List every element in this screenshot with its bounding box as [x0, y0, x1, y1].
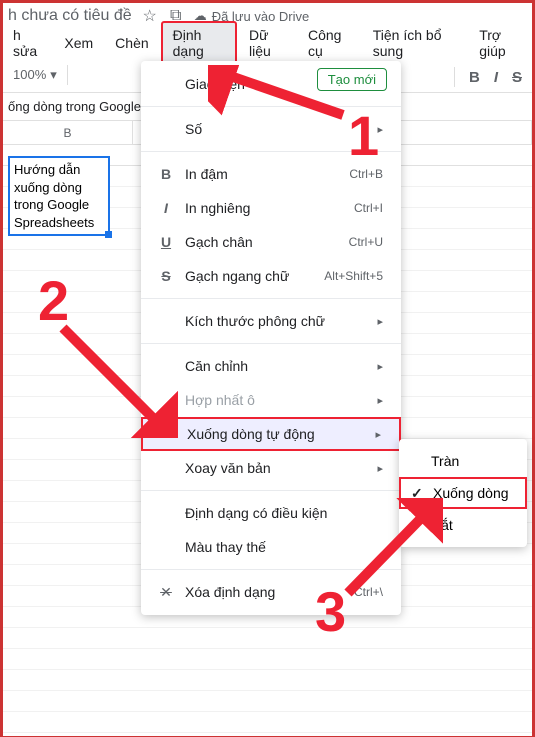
menu-label: Gạch chân	[177, 234, 349, 250]
menu-divider	[141, 343, 401, 344]
menu-label: Xuống dòng tự động	[179, 426, 375, 442]
menu-divider	[141, 298, 401, 299]
menu-label: Gạch ngang chữ	[177, 268, 324, 284]
menu-item-fontsize[interactable]: Kích thước phông chữ ▸	[141, 304, 401, 338]
menu-item-clear-format[interactable]: ✕ Xóa định dạng Ctrl+\	[141, 575, 401, 609]
strikethrough-icon: S	[155, 268, 177, 284]
menu-shortcut: Ctrl+U	[349, 235, 383, 249]
menu-item-merge[interactable]: Hợp nhất ô ▸	[141, 383, 401, 417]
chevron-down-icon: ▾	[50, 67, 57, 83]
menu-item-underline[interactable]: U Gạch chân Ctrl+U	[141, 225, 401, 259]
column-header-B[interactable]: B	[3, 121, 133, 144]
italic-button[interactable]: I	[494, 69, 498, 86]
submenu-label: Tràn	[425, 453, 515, 469]
submenu-item-wrap[interactable]: ✓ Xuống dòng	[399, 477, 527, 509]
chevron-right-icon: ▸	[377, 394, 383, 407]
submenu-label: Cắt	[425, 517, 515, 533]
menu-label: Màu thay thế	[177, 539, 383, 555]
menu-label: Kích thước phông chữ	[177, 313, 377, 329]
menu-item-text-wrapping[interactable]: Xuống dòng tự động ▸	[141, 417, 401, 451]
menu-item-rotation[interactable]: Xoay văn bản ▸	[141, 451, 401, 485]
toolbar-separator	[454, 67, 455, 87]
strikethrough-button[interactable]: S	[512, 69, 522, 86]
menu-shortcut: Ctrl+\	[354, 585, 383, 599]
menu-label: Giao diện	[177, 76, 383, 92]
menu-shortcut: Ctrl+B	[349, 167, 383, 181]
menu-item-theme[interactable]: Giao diện	[141, 67, 401, 101]
menu-label: Xóa định dạng	[177, 584, 354, 600]
active-cell-B2[interactable]: Hướng dẫn xuống dòng trong Google Spread…	[8, 156, 110, 236]
zoom-selector[interactable]: 100% ▾	[13, 67, 57, 83]
menu-divider	[141, 151, 401, 152]
menu-tools[interactable]: Công cụ	[298, 23, 361, 63]
formula-text: ống dòng trong Google	[8, 99, 141, 114]
menu-edit[interactable]: h sửa	[3, 23, 52, 63]
bold-icon: B	[155, 166, 177, 182]
menu-label: Hợp nhất ô	[177, 392, 377, 408]
fill-handle[interactable]	[105, 231, 112, 238]
chevron-right-icon: ▸	[377, 462, 383, 475]
menubar: h sửa Xem Chèn Định dạng Dữ liệu Công cụ…	[3, 29, 532, 57]
menu-shortcut: Ctrl+I	[354, 201, 383, 215]
menu-item-conditional[interactable]: Định dạng có điều kiện	[141, 496, 401, 530]
menu-addons[interactable]: Tiện ích bổ sung	[363, 23, 467, 63]
text-wrapping-submenu: Tràn ✓ Xuống dòng Cắt	[399, 439, 527, 547]
bold-button[interactable]: B	[469, 69, 480, 86]
chevron-right-icon: ▸	[377, 360, 383, 373]
menu-label: Xoay văn bản	[177, 460, 377, 476]
menu-format[interactable]: Định dạng	[161, 21, 237, 65]
menu-divider	[141, 569, 401, 570]
chevron-right-icon: ▸	[377, 315, 383, 328]
star-icon[interactable]: ☆	[142, 8, 158, 24]
submenu-item-clip[interactable]: Cắt	[399, 509, 527, 541]
menu-item-align[interactable]: Căn chỉnh ▸	[141, 349, 401, 383]
italic-icon: I	[155, 200, 177, 216]
cell-text: Hướng dẫn xuống dòng trong Google Spread…	[14, 162, 94, 230]
menu-data[interactable]: Dữ liệu	[239, 23, 296, 63]
menu-insert[interactable]: Chèn	[105, 31, 158, 55]
check-icon: ✓	[411, 485, 427, 502]
menu-label: In nghiêng	[177, 200, 354, 216]
menu-divider	[141, 106, 401, 107]
toolbar-separator	[67, 65, 68, 85]
menu-item-bold[interactable]: B In đậm Ctrl+B	[141, 157, 401, 191]
menu-label: Định dạng có điều kiện	[177, 505, 383, 521]
menu-item-italic[interactable]: I In nghiêng Ctrl+I	[141, 191, 401, 225]
chevron-right-icon: ▸	[377, 123, 383, 136]
underline-icon: U	[155, 234, 177, 250]
menu-label: In đậm	[177, 166, 349, 182]
menu-help[interactable]: Trợ giúp	[469, 23, 532, 63]
menu-divider	[141, 490, 401, 491]
format-menu-dropdown: Tạo mới Giao diện Số ▸ B In đậm Ctrl+B I…	[141, 61, 401, 615]
submenu-item-overflow[interactable]: Tràn	[399, 445, 527, 477]
text-format-group: B I S	[454, 67, 522, 87]
menu-view[interactable]: Xem	[54, 31, 103, 55]
chevron-right-icon: ▸	[375, 428, 381, 441]
menu-label: Số	[177, 121, 377, 137]
menu-label: Căn chỉnh	[177, 358, 377, 374]
zoom-value: 100%	[13, 67, 46, 82]
clear-format-icon: ✕	[155, 584, 177, 601]
menu-item-altcolor[interactable]: Màu thay thế	[141, 530, 401, 564]
menu-item-strikethrough[interactable]: S Gạch ngang chữ Alt+Shift+5	[141, 259, 401, 293]
menu-shortcut: Alt+Shift+5	[324, 269, 383, 283]
menu-item-number[interactable]: Số ▸	[141, 112, 401, 146]
submenu-label: Xuống dòng	[427, 485, 513, 501]
